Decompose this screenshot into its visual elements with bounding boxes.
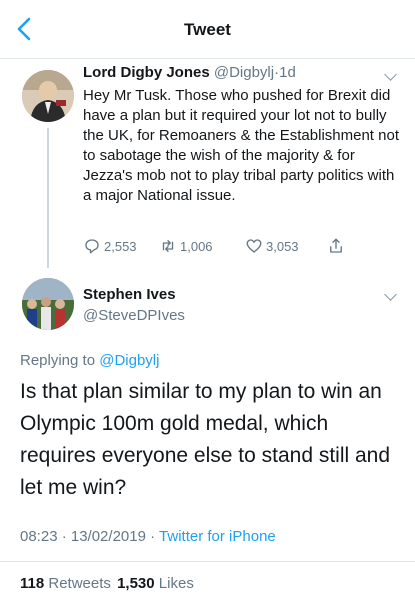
tweet1-actions: 2,553 1,006 3,053 (83, 237, 383, 257)
avatar-stephen-ives[interactable] (22, 278, 74, 330)
like-count: 3,053 (266, 238, 299, 254)
tweet1-time: 1d (279, 64, 296, 81)
divider (0, 561, 415, 562)
retweet-button[interactable]: 1,006 (159, 237, 213, 255)
tweet1-text: Hey Mr Tusk. Those who pushed for Brexit… (83, 87, 399, 204)
share-button[interactable] (327, 237, 345, 255)
likes-stat[interactable]: 1,530 Likes (117, 575, 194, 592)
tweet2-text: Is that plan similar to my plan to win a… (20, 380, 391, 499)
tweet2-author-name[interactable]: Stephen Ives (83, 286, 176, 303)
tweet2-timestamp: 08:23 · 13/02/2019 (20, 528, 146, 545)
tweet2-menu-chevron-down-icon[interactable] (384, 288, 397, 301)
reply-icon (85, 239, 99, 254)
retweets-count: 118 (20, 575, 45, 592)
tweet1-menu-chevron-down-icon[interactable] (384, 68, 397, 81)
replying-prefix: Replying to (20, 352, 96, 369)
likes-count: 1,530 (117, 575, 155, 592)
tweet1-handle[interactable]: @Digbylj (214, 64, 274, 81)
thread-line (47, 128, 49, 268)
tweet2-stats: 118 Retweets 1,530 Likes (20, 575, 194, 592)
replying-to-link[interactable]: @Digbylj (99, 352, 159, 369)
share-icon (330, 238, 342, 253)
tweet2-source-sep: · (150, 528, 156, 545)
retweets-label: Retweets (48, 575, 111, 592)
top-nav-bar: Tweet (0, 0, 415, 59)
reply-count: 2,553 (104, 238, 137, 254)
tweet2-meta: 08:23 · 13/02/2019 · Twitter for iPhone (20, 528, 276, 545)
retweet-count: 1,006 (180, 238, 213, 254)
likes-label: Likes (158, 575, 194, 592)
replying-to: Replying to @Digbylj (20, 352, 159, 369)
heart-icon (246, 239, 262, 253)
retweets-stat[interactable]: 118 Retweets (20, 575, 111, 592)
avatar-lord-digby-jones[interactable] (22, 70, 74, 122)
tweet1-author-name[interactable]: Lord Digby Jones (83, 64, 210, 81)
reply-button[interactable]: 2,553 (83, 237, 137, 255)
page-title: Tweet (184, 20, 231, 39)
tweet2-handle[interactable]: @SteveDPIves (83, 307, 185, 324)
like-button[interactable]: 3,053 (245, 237, 299, 255)
tweet1-header: Lord Digby Jones @Digbylj·1d (83, 64, 296, 81)
tweet2-source[interactable]: Twitter for iPhone (159, 528, 276, 545)
retweet-icon (162, 240, 174, 252)
